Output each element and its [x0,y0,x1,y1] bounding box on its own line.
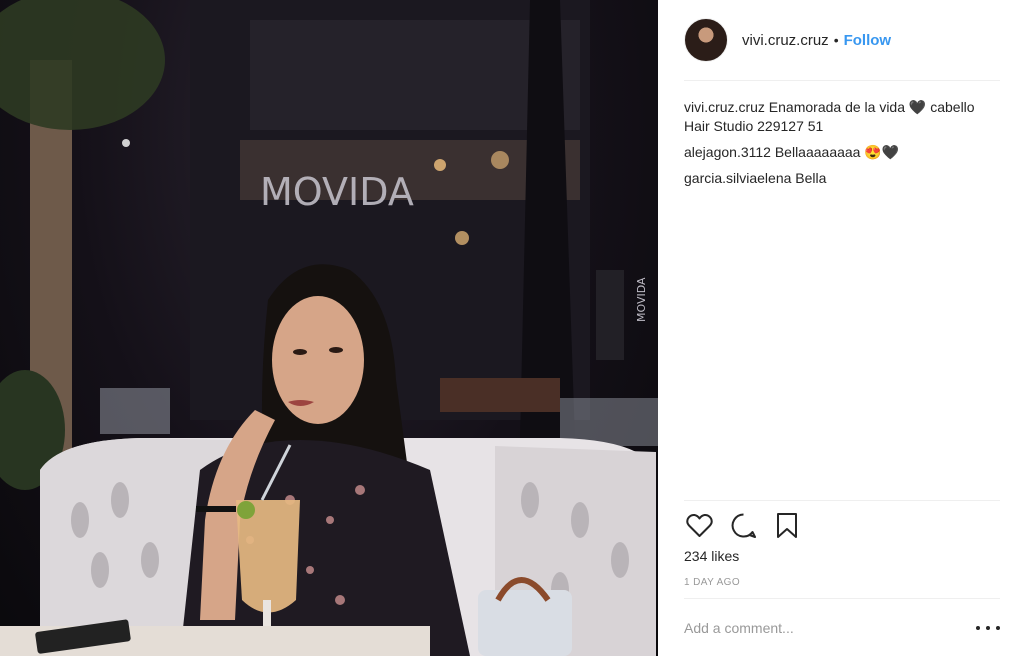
wooden-bench [440,378,560,412]
handbag [478,590,572,656]
eye [293,349,307,355]
follow-button[interactable]: Follow [844,32,892,49]
warm-light [455,231,469,245]
separator-dot: • [833,32,839,48]
likes-count[interactable]: 234 likes [684,548,739,564]
comment-item: alejagon.3112 Bellaaaaaaaa 😍🖤 [684,143,1000,162]
eye [329,347,343,353]
actions-divider [684,500,1000,501]
comment-text: Bella [795,170,827,186]
add-comment-row [684,612,1000,644]
photo-scene: MOVIDA MOVIDA [0,0,658,656]
patterned-planter [100,388,170,434]
side-sign-text: MOVIDA [635,277,648,322]
bracelet [196,506,236,512]
street-light [122,139,130,147]
comment-divider [684,598,1000,599]
heart-icon[interactable] [684,510,714,540]
comment-username[interactable]: alejagon.3112 [684,144,771,160]
face [272,296,364,424]
comment-username[interactable]: garcia.silviaelena [684,170,791,186]
comment-text: Bellaaaaaaaa 😍🖤 [774,144,900,160]
post-details-panel: vivi.cruz.cruz • Follow vivi.cruz.cruz E… [658,0,1024,656]
restaurant-sign: MOVIDA [260,170,414,214]
side-sign [596,270,624,360]
warm-light [434,159,446,171]
more-options-icon[interactable] [976,618,1000,638]
add-comment-input[interactable] [684,620,964,636]
lime-garnish [237,501,255,519]
post-header: vivi.cruz.cruz • Follow [684,16,1000,64]
comment-username[interactable]: vivi.cruz.cruz [684,99,765,115]
warm-light [491,151,509,169]
author-username[interactable]: vivi.cruz.cruz [742,32,829,49]
comment-icon[interactable] [728,510,758,540]
action-bar [684,508,1000,542]
post-photo[interactable]: MOVIDA MOVIDA [0,0,658,656]
bookmark-icon[interactable] [772,510,802,540]
comments-list: vivi.cruz.cruz Enamorada de la vida 🖤 ca… [684,98,1000,195]
header-divider [684,80,1000,81]
comment-item: vivi.cruz.cruz Enamorada de la vida 🖤 ca… [684,98,1000,136]
post-date: 1 DAY AGO [684,577,741,588]
comment-item: garcia.silviaelena Bella [684,169,1000,188]
tree-foliage [0,0,165,130]
avatar[interactable] [684,18,728,62]
